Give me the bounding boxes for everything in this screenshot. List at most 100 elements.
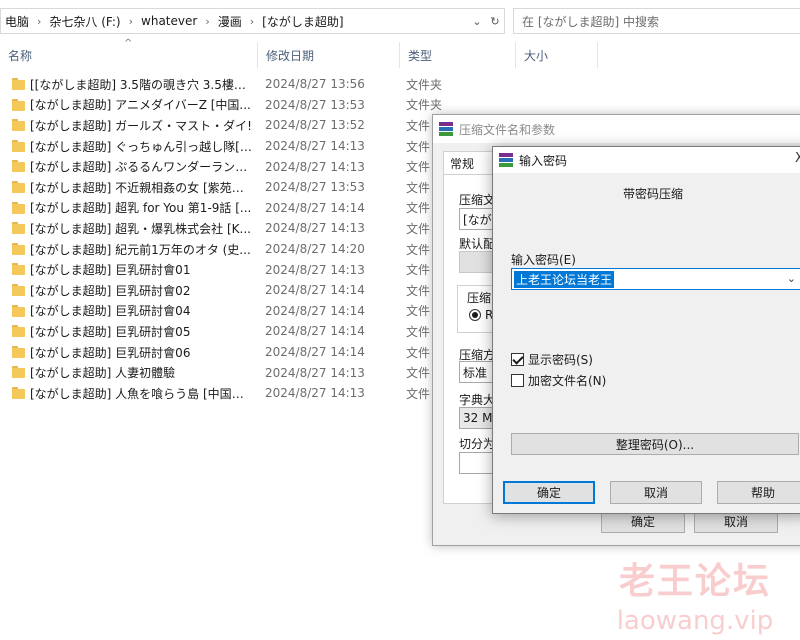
archive-dialog-titlebar[interactable]: 压缩文件名和参数 [433,115,800,143]
file-name: [ながしま超助] 不近親相姦の女 [紫苑汉... [30,180,252,195]
archive-name-label: 压缩文 [459,193,496,207]
file-name: [ながしま超助] ぷるるんワンダーランド... [30,160,252,175]
split-volumes-label: 切分为 [459,437,496,451]
file-date: 2024/8/27 14:13 [265,139,365,154]
file-date: 2024/8/27 14:13 [265,386,365,401]
folder-icon [12,345,25,358]
folder-icon [12,78,25,90]
file-date: 2024/8/27 14:14 [265,283,365,298]
encrypt-filenames-option[interactable]: 加密文件名(N) [511,372,606,389]
file-date: 2024/8/27 13:53 [265,180,365,195]
file-name: [ながしま超助] 紀元前1万年のオタ (史... [30,242,251,257]
file-date: 2024/8/27 14:14 [265,324,365,339]
file-name: [ながしま超助] アニメダイバーZ [中国... [30,98,251,113]
password-cancel-button[interactable]: 取消 [610,481,702,504]
password-value: 上老王论坛当老王 [514,270,615,288]
password-help-button[interactable]: 帮助 [717,481,800,504]
search-input[interactable]: 在 [ながしま超助] 中搜索 [513,8,800,34]
file-type: 文件 [406,242,431,257]
folder-icon [12,119,25,132]
chevron-right-icon[interactable]: › [125,15,137,28]
show-password-option[interactable]: 显示密码(S) [511,351,593,368]
password-input[interactable]: 上老王论坛当老王 ⌄ [511,268,800,290]
file-name: [ながしま超助] 超乳 for You 第1-9話 [... [30,201,252,216]
file-date: 2024/8/27 14:13 [265,221,365,236]
file-type: 文件夹 [406,77,443,92]
file-date: 2024/8/27 14:20 [265,242,365,257]
file-name: [ながしま超助] 巨乳研討會05 [30,324,191,339]
file-type: 文件 [406,263,431,278]
chevron-right-icon[interactable]: › [33,15,45,28]
file-name: [ながしま超助] 超乳・爆乳株式会社 [K... [30,221,251,236]
file-type: 文件 [406,366,431,381]
folder-icon [12,304,25,317]
show-password-checkbox[interactable] [511,353,524,366]
file-type: 文件 [406,118,431,133]
password-dialog-title: 输入密码 [519,153,568,168]
manage-passwords-button[interactable]: 整理密码(O)... [511,433,799,455]
refresh-icon[interactable]: ↻ [486,9,504,33]
tab-general[interactable]: 常规 [443,151,493,175]
show-password-label: 显示密码(S) [528,353,593,367]
file-type: 文件 [406,304,431,319]
file-name: [ながしま超助] ガールズ・マスト・ダイ! [30,118,252,133]
winrar-icon [499,153,513,167]
enter-password-label: 输入密码(E) [511,253,576,267]
folder-icon [12,98,25,111]
file-date: 2024/8/27 13:52 [265,118,365,133]
format-label: 压缩 [467,291,492,305]
address-bar[interactable]: 电脑 › 杂七杂八 (F:) › whatever › 漫画 › [ながしま超助… [0,8,505,34]
archive-dialog-title: 压缩文件名和参数 [459,122,556,137]
file-date: 2024/8/27 14:14 [265,303,365,318]
password-ok-button[interactable]: 确定 [503,481,595,504]
chevron-down-icon[interactable]: ⌄ [787,272,796,285]
file-type: 文件 [406,180,431,195]
file-name: [ながしま超助] 人妻初體驗 [30,366,176,381]
file-type: 文件 [406,345,431,360]
column-header-type[interactable]: 类型 [400,42,516,68]
folder-icon [12,263,25,276]
column-headers: ^ 名称 修改日期 类型 大小 [0,38,800,68]
file-type: 文件 [406,160,431,175]
close-icon[interactable]: X [795,151,800,166]
watermark-text: 老王论坛 [618,561,771,602]
watermark-url: laowang.vip [616,606,774,636]
file-type: 文件夹 [406,98,443,113]
folder-icon [12,222,25,235]
watermark: 老王论坛 laowang.vip [600,552,790,636]
winrar-icon [439,122,453,136]
file-row[interactable]: [ながしま超助] アニメダイバーZ [中国... 2024/8/27 13:53 文… [0,95,800,116]
file-date: 2024/8/27 14:14 [265,200,365,215]
file-date: 2024/8/27 14:13 [265,159,365,174]
chevron-right-icon[interactable]: › [201,15,213,28]
column-header-name[interactable]: 名称 [0,42,258,68]
file-row[interactable]: [[ながしま超助] 3.5階の覗き穴 3.5樓的... 2024/8/27 13:… [0,74,800,95]
default-profile-label: 默认配 [459,237,496,251]
breadcrumb-manga[interactable]: 漫画 [214,13,246,30]
file-name: [ながしま超助] 巨乳研討會04 [30,304,191,319]
file-name: [ながしま超助] 人魚を喰らう島 [中国翻... [30,386,252,401]
address-dropdown-icon[interactable]: ⌄ [468,9,486,33]
file-date: 2024/8/27 14:13 [265,365,365,380]
folder-icon [12,201,25,214]
breadcrumb-drive[interactable]: 杂七杂八 (F:) [45,13,124,30]
breadcrumb-current-folder[interactable]: [ながしま超助] [258,13,347,30]
folder-icon [12,325,25,338]
file-name: [ながしま超助] 巨乳研討會06 [30,345,191,360]
file-name: [ながしま超助] ぐっちゅん引っ越し隊[K... [30,139,252,154]
file-name: [ながしま超助] 巨乳研討會02 [30,283,191,298]
folder-icon [12,242,25,255]
password-dialog-titlebar[interactable]: 输入密码 [493,147,800,173]
file-type: 文件 [406,221,431,236]
password-dialog: 输入密码 X 带密码压缩 输入密码(E) 上老王论坛当老王 ⌄ 显示密码(S) … [492,146,800,514]
column-header-size[interactable]: 大小 [516,42,598,68]
chevron-right-icon[interactable]: › [246,15,258,28]
breadcrumb-whatever[interactable]: whatever [137,14,201,28]
format-rar-radio[interactable] [469,309,481,321]
folder-icon [12,366,25,379]
file-date: 2024/8/27 13:53 [265,97,365,112]
column-header-date[interactable]: 修改日期 [258,42,400,68]
file-type: 文件 [406,283,431,298]
encrypt-filenames-checkbox[interactable] [511,374,524,387]
breadcrumb-computer[interactable]: 电脑 [1,13,33,30]
